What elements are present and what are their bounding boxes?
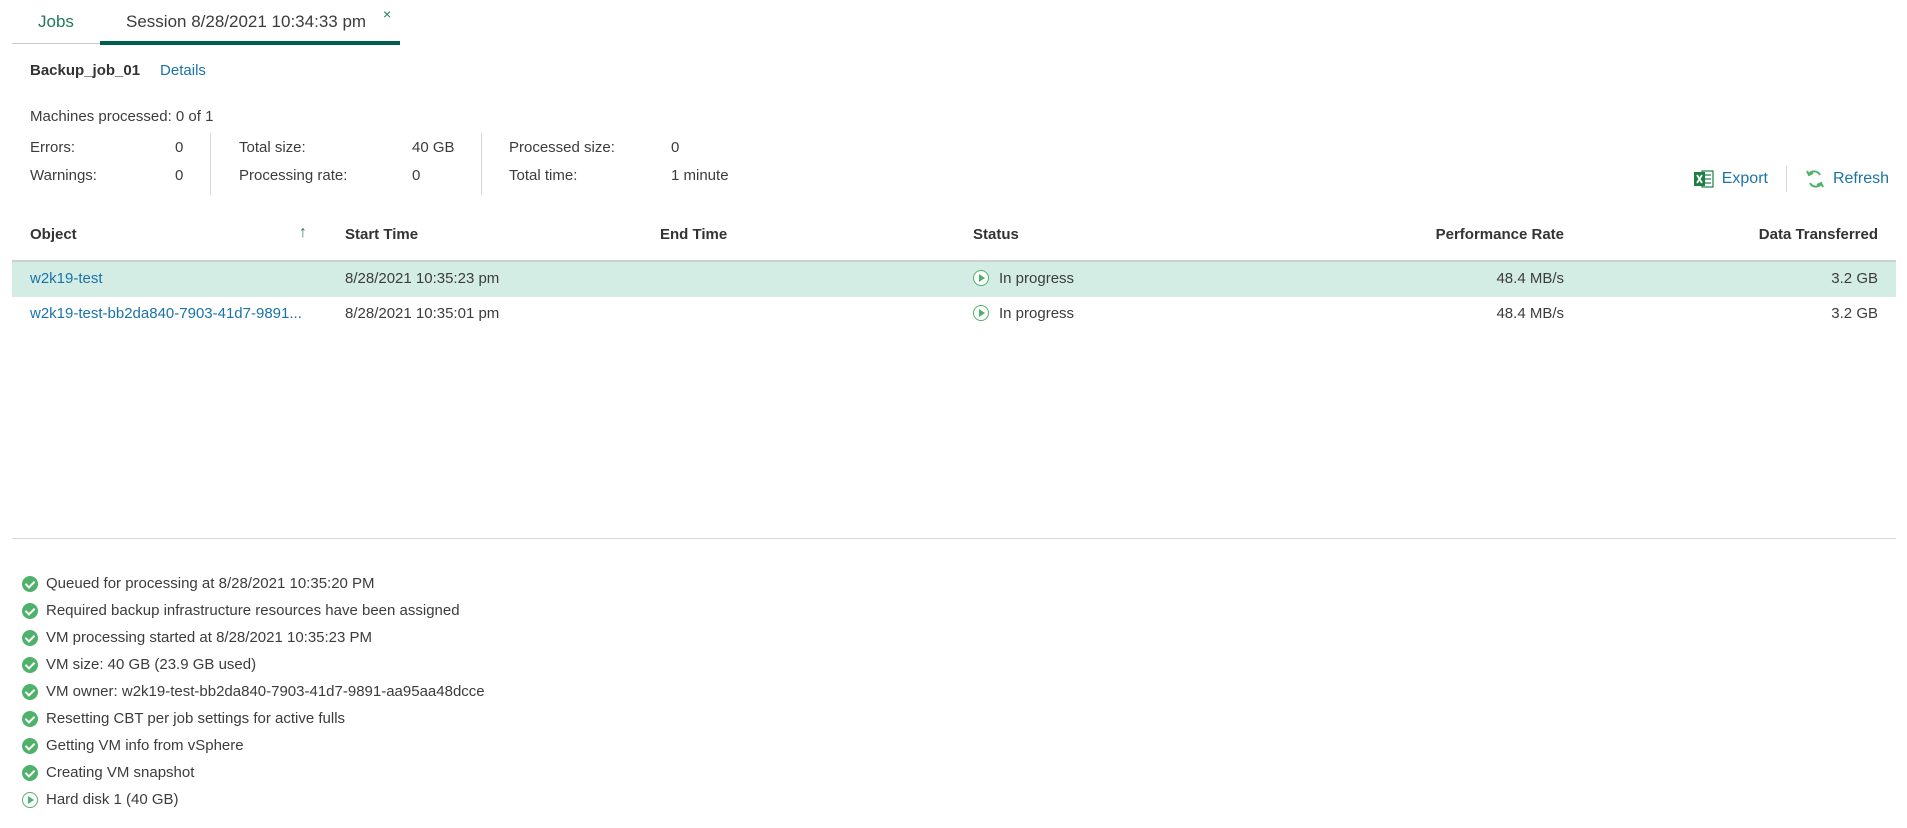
success-check-icon [22,764,38,781]
log-item: VM owner: w2k19-test-bb2da840-7903-41d7-… [22,678,485,705]
success-check-icon [22,683,38,700]
tab-session[interactable]: Session 8/28/2021 10:34:33 pm [126,12,366,32]
total-size-label: Total size: [239,139,306,156]
export-button[interactable]: Export [1693,170,1768,188]
performance-rate: 48.4 MB/s [1496,270,1564,287]
session-log: Queued for processing at 8/28/2021 10:35… [22,570,485,813]
toolbar-divider [1785,166,1787,192]
start-time: 8/28/2021 10:35:01 pm [345,305,500,322]
success-check-icon [22,737,38,754]
log-item: Getting VM info from vSphere [22,732,485,759]
refresh-label: Refresh [1832,170,1889,187]
log-text: VM processing started at 8/28/2021 10:35… [46,629,373,646]
close-tab-icon[interactable]: × [383,7,391,21]
job-name: Backup_job_01 [30,62,141,79]
details-link[interactable]: Details [160,62,206,79]
refresh-button[interactable]: Refresh [1805,169,1889,189]
status-cell: In progress [973,270,1074,287]
log-text: VM size: 40 GB (23.9 GB used) [46,656,257,673]
in-progress-icon [973,270,989,286]
column-header-object[interactable]: Object [30,226,77,243]
table-row[interactable]: w2k19-test-bb2da840-7903-41d7-9891... 8/… [12,297,1896,332]
object-name[interactable]: w2k19-test [30,270,103,287]
status-cell: In progress [973,305,1074,322]
total-time-value: 1 minute [671,167,729,184]
object-name[interactable]: w2k19-test-bb2da840-7903-41d7-9891... [30,305,302,322]
job-header: Backup_job_01 Details [30,62,206,79]
log-item: Creating VM snapshot [22,759,485,786]
sort-ascending-icon[interactable]: ↑ [299,224,307,242]
warnings-value: 0 [175,167,184,184]
machines-processed: Machines processed: 0 of 1 [30,108,214,125]
toolbar: Export Refresh [1693,166,1889,192]
log-item: Required backup infrastructure resources… [22,597,485,624]
status-text: In progress [999,270,1075,287]
log-item: VM processing started at 8/28/2021 10:35… [22,624,485,651]
in-progress-icon [22,791,38,808]
success-check-icon [22,575,38,592]
column-header-end-time[interactable]: End Time [660,226,727,243]
log-text: Resetting CBT per job settings for activ… [46,710,346,727]
in-progress-icon [973,305,989,321]
log-divider [12,538,1896,539]
processed-size-label: Processed size: [509,139,615,156]
column-header-performance-rate[interactable]: Performance Rate [1436,226,1564,243]
active-tab-indicator [100,41,400,45]
success-check-icon [22,710,38,727]
success-check-icon [22,602,38,619]
column-header-start-time[interactable]: Start Time [345,226,418,243]
refresh-icon [1805,169,1825,189]
start-time: 8/28/2021 10:35:23 pm [345,270,500,287]
table-header: Object ↑ Start Time End Time Status Perf… [12,220,1896,262]
data-transferred: 3.2 GB [1831,305,1878,322]
success-check-icon [22,629,38,646]
status-text: In progress [999,305,1075,322]
success-check-icon [22,656,38,673]
stats-divider [210,133,211,195]
log-item: Hard disk 1 (40 GB) [22,786,485,813]
data-transferred: 3.2 GB [1831,270,1878,287]
column-header-status[interactable]: Status [973,226,1019,243]
log-text: Queued for processing at 8/28/2021 10:35… [46,575,375,592]
log-text: Getting VM info from vSphere [46,737,244,754]
tab-bar: Jobs Session 8/28/2021 10:34:33 pm × [12,0,400,46]
warnings-label: Warnings: [30,167,97,184]
table-row[interactable]: w2k19-test 8/28/2021 10:35:23 pm In prog… [12,262,1896,297]
tab-baseline [12,43,100,44]
log-text: Creating VM snapshot [46,764,195,781]
total-size-value: 40 GB [412,139,455,156]
log-item: VM size: 40 GB (23.9 GB used) [22,651,485,678]
processing-rate-label: Processing rate: [239,167,348,184]
performance-rate: 48.4 MB/s [1496,305,1564,322]
processed-size-value: 0 [671,139,680,156]
stats-divider [481,133,482,195]
log-text: VM owner: w2k19-test-bb2da840-7903-41d7-… [46,683,485,700]
log-text: Hard disk 1 (40 GB) [46,791,179,808]
log-text: Required backup infrastructure resources… [46,602,460,619]
errors-label: Errors: [30,139,75,156]
errors-value: 0 [175,139,184,156]
processing-rate-value: 0 [412,167,421,184]
column-header-data-transferred[interactable]: Data Transferred [1759,226,1878,243]
objects-table: Object ↑ Start Time End Time Status Perf… [12,220,1896,332]
excel-icon [1693,170,1714,188]
tab-jobs[interactable]: Jobs [38,12,74,32]
total-time-label: Total time: [509,167,578,184]
log-item: Resetting CBT per job settings for activ… [22,705,485,732]
export-label: Export [1721,170,1768,187]
log-item: Queued for processing at 8/28/2021 10:35… [22,570,485,597]
